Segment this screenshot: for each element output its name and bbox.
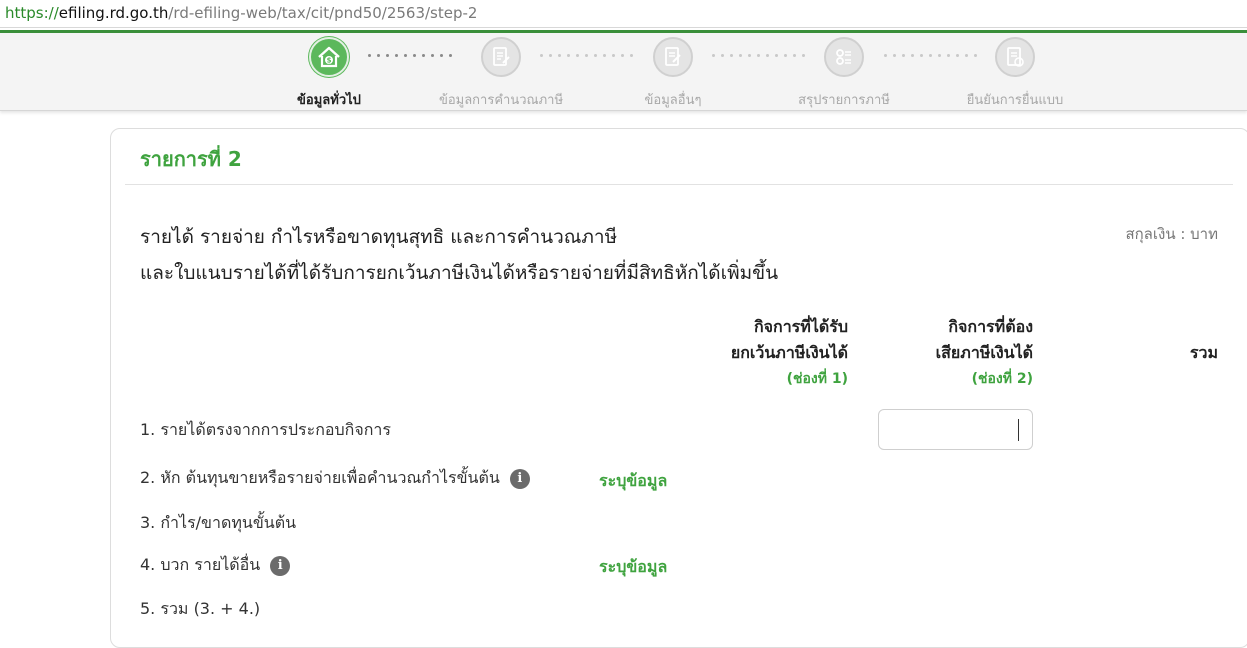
row-1-amount-input[interactable] [878, 409, 1033, 450]
row-1-label: 1. รายได้ตรงจากการประกอบกิจการ [140, 420, 391, 439]
row-2-label: 2. หัก ต้นทุนขายหรือรายจ่ายเพื่อคำนวณกำไ… [140, 468, 500, 487]
column-header-exempt: กิจการที่ได้รับ ยกเว้นภาษีเงินได้ (ช่องท… [731, 314, 848, 392]
step-connector [712, 54, 805, 57]
column-header-taxable: กิจการที่ต้อง เสียภาษีเงินได้ (ช่องที่ 2… [936, 314, 1033, 392]
section-heading-line-2: และใบแนบรายได้ที่ได้รับการยกเว้นภาษีเงิน… [140, 262, 779, 284]
row-4-specify-link[interactable]: ระบุข้อมูล [599, 555, 667, 580]
step-label: ข้อมูลอื่นๆ [644, 93, 702, 108]
step-connector [884, 54, 977, 57]
row-label: 4. บวก รายได้อื่น i [140, 553, 291, 578]
step-connector [540, 54, 633, 57]
section-title: รายการที่ 2 [140, 147, 242, 171]
step-label: ข้อมูลทั่วไป [297, 93, 361, 108]
row-label: 5. รวม (3. + 4.) [140, 597, 260, 622]
divider [125, 184, 1233, 185]
column-header-exempt-line-1: กิจการที่ได้รับ [753, 317, 848, 336]
address-bar[interactable]: https://efiling.rd.go.th/rd-efiling-web/… [0, 0, 1247, 28]
row-label: 1. รายได้ตรงจากการประกอบกิจการ [140, 418, 391, 443]
column-header-exempt-sub: (ช่องที่ 1) [786, 371, 848, 387]
row-4-label: 4. บวก รายได้อื่น [140, 555, 261, 574]
step-label: ข้อมูลการคำนวณภาษี [438, 93, 564, 108]
text-caret [1018, 419, 1019, 441]
info-icon[interactable]: i [270, 555, 291, 576]
column-header-exempt-line-2: ยกเว้นภาษีเงินได้ [730, 343, 848, 362]
row-2-specify-link[interactable]: ระบุข้อมูล [599, 469, 667, 494]
url-host: efiling.rd.go.th [58, 4, 169, 22]
column-header-total: รวม [1189, 343, 1218, 362]
row-5-label: 5. รวม (3. + 4.) [140, 599, 261, 618]
step-label: สรุปรายการภาษี [798, 93, 890, 108]
step-connector [368, 54, 452, 57]
row-label: 2. หัก ต้นทุนขายหรือรายจ่ายเพื่อคำนวณกำไ… [140, 466, 530, 491]
step-label: ยืนยันการยื่นแบบ [966, 93, 1064, 108]
url-path: /rd-efiling-web/tax/cit/pnd50/2563/step-… [168, 4, 478, 22]
document-confirm-icon [995, 37, 1035, 77]
progress-stepper: $ ข้อมูลทั่วไป ข้อมูลการคำนวณภาษี ข้อมูล… [0, 30, 1247, 111]
document-edit-icon [653, 37, 693, 77]
calculator-document-icon [481, 37, 521, 77]
row-3-label: 3. กำไร/ขาดทุนขั้นต้น [140, 513, 297, 532]
row-label: 3. กำไร/ขาดทุนขั้นต้น [140, 511, 296, 536]
house-money-icon: $ [309, 37, 349, 77]
column-header-taxable-sub: (ช่องที่ 2) [971, 371, 1033, 387]
url-scheme: https:// [5, 4, 59, 22]
column-header-taxable-line-1: กิจการที่ต้อง [948, 317, 1033, 336]
calculator-icon [824, 37, 864, 77]
currency-label: สกุลเงิน : บาท [1125, 225, 1218, 243]
info-icon[interactable]: i [509, 468, 530, 489]
svg-text:$: $ [327, 57, 332, 65]
column-header-taxable-line-2: เสียภาษีเงินได้ [935, 343, 1033, 362]
section-heading-line-1: รายได้ รายจ่าย กำไรหรือขาดทุนสุทธิ และกา… [140, 226, 618, 248]
